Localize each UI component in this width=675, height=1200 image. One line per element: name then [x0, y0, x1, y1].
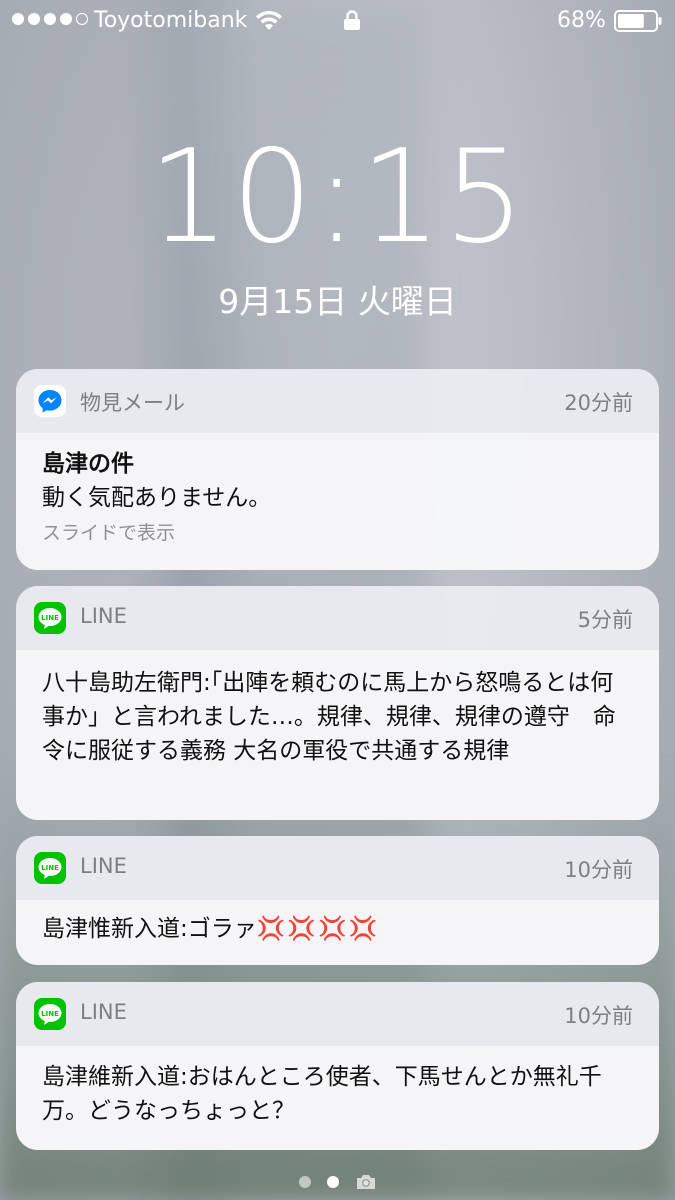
- messenger-icon: [34, 385, 66, 417]
- line-icon: LINE: [34, 602, 66, 634]
- notification-time: 5分前: [577, 608, 633, 632]
- battery-percentage: 68%: [557, 8, 606, 33]
- notification-time: 20分前: [564, 391, 633, 415]
- svg-text:LINE: LINE: [41, 864, 59, 872]
- notification-header: LINE LINE 5分前: [16, 586, 659, 650]
- app-name: 物見メール: [80, 391, 185, 415]
- notification-message: 島津惟新入道:ゴラァ💢💢💢💢: [42, 912, 633, 946]
- notification-body: 島津の件 動く気配ありません。 スライドで表示: [16, 433, 659, 570]
- notification-card-line[interactable]: LINE LINE 5分前 八十島助左衛門:｢出陣を頼むのに馬上から怒鳴るとは何…: [16, 586, 659, 820]
- notification-header: 物見メール 20分前: [16, 369, 659, 433]
- svg-text:LINE: LINE: [41, 1010, 59, 1018]
- notification-header: LINE LINE 10分前: [16, 836, 659, 900]
- wifi-icon: [256, 10, 282, 30]
- slide-to-view-hint: スライドで表示: [42, 522, 176, 544]
- notification-body: 島津惟新入道:ゴラァ💢💢💢💢: [16, 900, 659, 965]
- notification-body: 八十島助左衛門:｢出陣を頼むのに馬上から怒鳴るとは何事か」と言われました…。規律…: [16, 650, 659, 820]
- notification-card-line[interactable]: LINE LINE 10分前 島津維新入道:おはんところ使者、下馬せんとか無礼千…: [16, 982, 659, 1150]
- notification-message-text: 島津惟新入道:ゴラァ: [42, 916, 257, 942]
- app-name: LINE: [80, 604, 127, 628]
- notification-message: 動く気配ありません。: [42, 485, 272, 511]
- page-indicator: [0, 1170, 675, 1194]
- notification-time: 10分前: [564, 858, 633, 882]
- notification-time: 10分前: [564, 1004, 633, 1028]
- notification-header: LINE LINE 10分前: [16, 982, 659, 1046]
- status-bar: Toyotomibank 68%: [0, 0, 675, 44]
- app-name: LINE: [80, 1000, 127, 1024]
- notification-card-mail[interactable]: 物見メール 20分前 島津の件 動く気配ありません。 スライドで表示: [16, 369, 659, 570]
- page-dot[interactable]: [298, 1176, 311, 1188]
- anger-emoji: 💢💢💢💢: [256, 916, 380, 942]
- lock-screen-date: 9月15日 火曜日: [218, 282, 457, 321]
- line-icon: LINE: [34, 998, 66, 1030]
- notification-message: 八十島助左衛門:｢出陣を頼むのに馬上から怒鳴るとは何事か」と言われました…。規律…: [42, 670, 616, 764]
- notification-message: 島津維新入道:おはんところ使者、下馬せんとか無礼千万。どうなっちょっと？: [42, 1064, 602, 1124]
- notification-body: 島津維新入道:おはんところ使者、下馬せんとか無礼千万。どうなっちょっと？: [16, 1046, 659, 1150]
- lock-icon: [344, 10, 360, 30]
- signal-strength-icon: [12, 13, 88, 25]
- battery-icon: [614, 10, 662, 32]
- page-dot-active[interactable]: [326, 1176, 339, 1188]
- camera-icon[interactable]: [355, 1173, 377, 1191]
- notification-card-line[interactable]: LINE LINE 10分前 島津惟新入道:ゴラァ💢💢💢💢: [16, 836, 659, 965]
- lock-screen-time: 10:15: [148, 123, 527, 272]
- carrier-name: Toyotomibank: [94, 8, 248, 33]
- app-name: LINE: [80, 854, 127, 878]
- svg-text:LINE: LINE: [41, 614, 59, 622]
- notification-title: 島津の件: [42, 451, 134, 477]
- line-icon: LINE: [34, 852, 66, 884]
